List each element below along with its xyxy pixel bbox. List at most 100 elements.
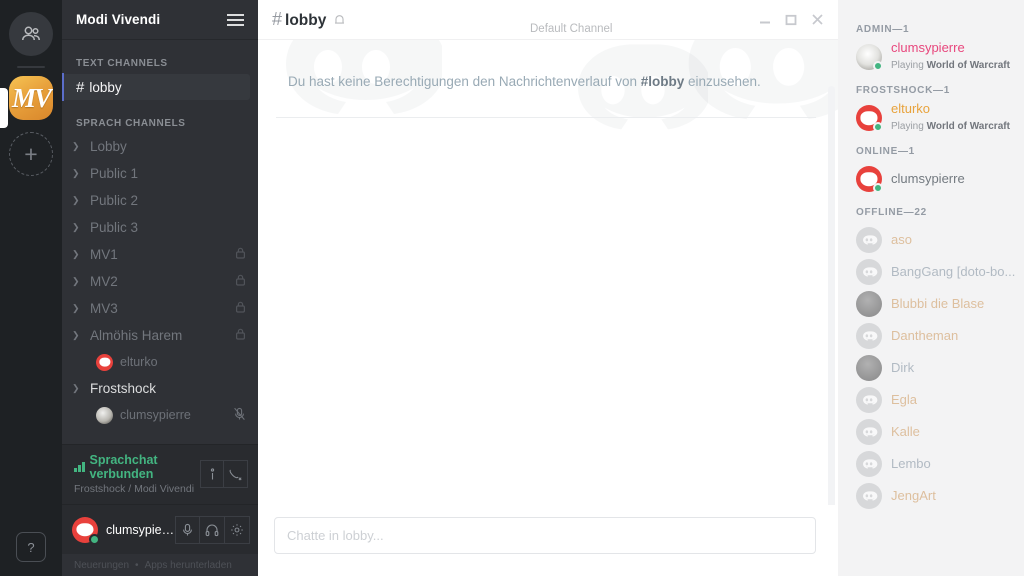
member-row[interactable]: elturko Playing World of Warcraft bbox=[838, 102, 1024, 134]
avatar[interactable] bbox=[72, 516, 100, 545]
member-group-frostshock: FROSTSHOCK—1 bbox=[856, 85, 950, 96]
member-row[interactable]: Blubbi die Blase bbox=[838, 288, 1024, 320]
voice-channel-label: Public 1 bbox=[90, 166, 139, 181]
member-info: Dirk bbox=[891, 359, 1016, 377]
current-user-panel: clumsypier... bbox=[62, 504, 258, 554]
voice-channel-almohis-harem[interactable]: ❯ Almöhis Harem bbox=[62, 322, 258, 349]
friends-icon[interactable] bbox=[9, 12, 53, 56]
member-name: JengArt bbox=[891, 488, 936, 503]
chevron-down-icon: ❯ bbox=[72, 222, 80, 232]
channel-title: # lobby bbox=[272, 9, 346, 30]
muted-microphone-icon bbox=[233, 407, 246, 424]
channel-label: lobby bbox=[89, 79, 122, 95]
activity-prefix: Playing bbox=[891, 121, 927, 133]
microphone-icon[interactable] bbox=[175, 515, 201, 544]
disconnect-call-icon[interactable] bbox=[224, 460, 248, 488]
add-server-button[interactable]: + bbox=[9, 132, 53, 176]
avatar bbox=[856, 323, 882, 349]
member-name: Lembo bbox=[891, 456, 931, 471]
channel-lobby[interactable]: # lobby bbox=[62, 73, 250, 101]
member-name: clumsypierre bbox=[891, 40, 965, 55]
member-name: Egla bbox=[891, 392, 918, 407]
voice-channel-public-3[interactable]: ❯ Public 3 bbox=[62, 214, 258, 241]
member-row[interactable]: clumsypierre Playing World of Warcraft bbox=[838, 41, 1024, 73]
member-row[interactable]: Egla bbox=[838, 384, 1024, 416]
voice-channel-mv2[interactable]: ❯ MV2 bbox=[62, 268, 258, 295]
avatar bbox=[96, 353, 113, 371]
message-input[interactable] bbox=[274, 517, 816, 554]
hash-icon: # bbox=[272, 9, 283, 29]
avatar bbox=[856, 483, 882, 509]
server-icon-modi-vivendi[interactable]: MV bbox=[9, 76, 53, 120]
member-row[interactable]: Lembo bbox=[838, 448, 1024, 480]
member-activity: Playing World of Warcraft bbox=[891, 60, 1010, 71]
maximize-button[interactable] bbox=[785, 14, 797, 26]
member-info: Kalle bbox=[891, 423, 1016, 441]
category-voice-channels[interactable]: SPRACH CHANNELS bbox=[62, 112, 258, 133]
chat-scrollbar[interactable] bbox=[828, 86, 835, 505]
voice-user-elturko[interactable]: elturko bbox=[62, 349, 258, 375]
help-button[interactable]: ? bbox=[16, 532, 46, 562]
rail-divider bbox=[17, 66, 45, 68]
channel-subtitle: Default Channel bbox=[530, 23, 613, 35]
voice-user-label: elturko bbox=[120, 355, 158, 369]
guild-name: Modi Vivendi bbox=[76, 12, 161, 27]
member-row[interactable]: JengArt bbox=[838, 480, 1024, 512]
member-row[interactable]: clumsypierre bbox=[838, 163, 1024, 195]
voice-channel-label: MV3 bbox=[90, 301, 118, 316]
lock-icon bbox=[235, 247, 246, 262]
member-info: BangGang [doto-bo... bbox=[891, 263, 1016, 281]
voice-channel-mv3[interactable]: ❯ MV3 bbox=[62, 295, 258, 322]
voice-actions bbox=[200, 460, 248, 488]
message-divider bbox=[276, 117, 816, 118]
minimize-button[interactable] bbox=[759, 14, 771, 26]
lock-icon bbox=[235, 328, 246, 343]
permission-text-suffix: einzusehen. bbox=[684, 74, 761, 89]
headphones-icon[interactable] bbox=[200, 515, 226, 544]
member-name: elturko bbox=[891, 101, 931, 116]
member-info: Lembo bbox=[891, 455, 1016, 473]
voice-user-clumsypierre[interactable]: clumsypierre bbox=[62, 402, 258, 428]
member-row[interactable]: aso bbox=[838, 224, 1024, 256]
member-activity: Playing World of Warcraft bbox=[891, 121, 1010, 132]
voice-channel-public-2[interactable]: ❯ Public 2 bbox=[62, 187, 258, 214]
bell-icon[interactable] bbox=[333, 13, 346, 27]
avatar bbox=[856, 105, 883, 132]
channel-list: TEXT CHANNELS # lobby SPRACH CHANNELS ❯ … bbox=[62, 40, 258, 444]
member-name: aso bbox=[891, 232, 912, 247]
voice-channel-mv1[interactable]: ❯ MV1 bbox=[62, 241, 258, 268]
server-initials: MV bbox=[11, 82, 52, 113]
server-rail: MV + ? bbox=[0, 0, 62, 576]
member-row[interactable]: Dantheman bbox=[838, 320, 1024, 352]
voice-channel-label: MV2 bbox=[90, 274, 118, 289]
member-row[interactable]: BangGang [doto-bo... bbox=[838, 256, 1024, 288]
signal-bars-icon bbox=[74, 462, 85, 472]
guild-header[interactable]: Modi Vivendi bbox=[62, 0, 258, 40]
voice-channel-label: Almöhis Harem bbox=[90, 328, 183, 343]
member-name: BangGang [doto-bo... bbox=[891, 264, 1016, 279]
changelog-link[interactable]: Neuerungen bbox=[74, 560, 129, 571]
voice-channel-lobby[interactable]: ❯ Lobby bbox=[62, 133, 258, 160]
gear-icon[interactable] bbox=[225, 515, 250, 544]
hamburger-icon[interactable] bbox=[227, 13, 244, 26]
member-row[interactable]: Kalle bbox=[838, 416, 1024, 448]
status-indicator-online bbox=[873, 61, 883, 71]
avatar bbox=[96, 406, 113, 424]
download-apps-link[interactable]: Apps herunterladen bbox=[145, 560, 232, 571]
voice-channel-label: Frostshock bbox=[90, 381, 157, 396]
activity-game: World of Warcraft bbox=[926, 60, 1010, 72]
lock-icon bbox=[235, 301, 246, 316]
voice-channel-frostshock[interactable]: ❯ Frostshock bbox=[62, 375, 258, 402]
category-text-channels[interactable]: TEXT CHANNELS bbox=[62, 52, 258, 73]
close-button[interactable] bbox=[811, 13, 824, 26]
activity-game: World of Warcraft bbox=[926, 121, 1010, 133]
voice-channel-public-1[interactable]: ❯ Public 1 bbox=[62, 160, 258, 187]
ping-icon[interactable] bbox=[200, 460, 224, 488]
chevron-down-icon: ❯ bbox=[72, 141, 80, 151]
avatar bbox=[856, 291, 882, 317]
avatar bbox=[856, 451, 882, 477]
status-indicator-online bbox=[873, 122, 883, 132]
status-indicator-online bbox=[873, 183, 883, 193]
discord-logo-icon bbox=[688, 40, 838, 120]
member-row[interactable]: Dirk bbox=[838, 352, 1024, 384]
